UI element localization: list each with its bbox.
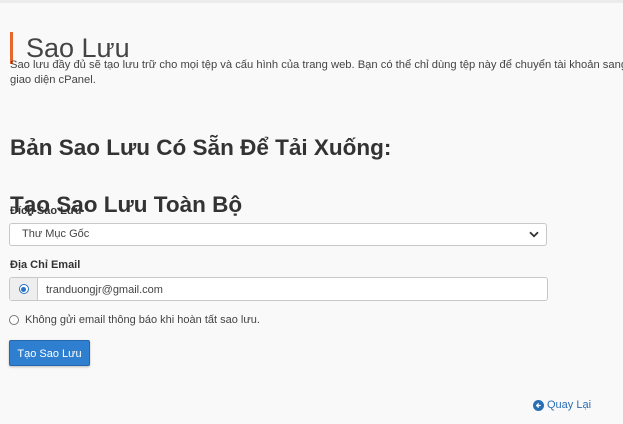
no-email-radio[interactable] <box>9 315 19 325</box>
page-description: Sao lưu đầy đủ sẽ tạo lưu trữ cho mọi tệ… <box>10 58 623 88</box>
no-email-option[interactable]: Không gửi email thông báo khi hoàn tất s… <box>9 313 260 327</box>
back-link-label: Quay Lại <box>547 399 592 411</box>
email-input[interactable] <box>38 278 547 302</box>
destination-select[interactable]: Thư Mục Gốc <box>9 223 547 246</box>
destination-selected-value: Thư Mục Gốc <box>22 228 90 240</box>
description-line-2: giao diện cPanel. <box>10 74 96 86</box>
available-backups-heading: Bản Sao Lưu Có Sẵn Để Tải Xuống: <box>10 134 392 160</box>
generate-backup-button[interactable]: Tạo Sao Lưu <box>9 340 90 366</box>
email-radio-checked[interactable] <box>18 284 29 294</box>
no-email-label: Không gửi email thông báo khi hoàn tất s… <box>25 314 260 326</box>
description-line-1: Sao lưu đầy đủ sẽ tạo lưu trữ cho mọi tệ… <box>10 59 623 71</box>
email-input-group <box>9 277 548 302</box>
email-radio-addon[interactable] <box>10 278 38 300</box>
back-link[interactable]: Quay Lại <box>533 398 591 412</box>
arrow-circle-left-icon <box>533 399 544 411</box>
top-strip <box>0 0 623 3</box>
chevron-down-icon <box>528 224 540 245</box>
email-label: Địa Chỉ Email <box>10 259 81 271</box>
destination-label: Đích Sao Lưu <box>10 205 82 217</box>
